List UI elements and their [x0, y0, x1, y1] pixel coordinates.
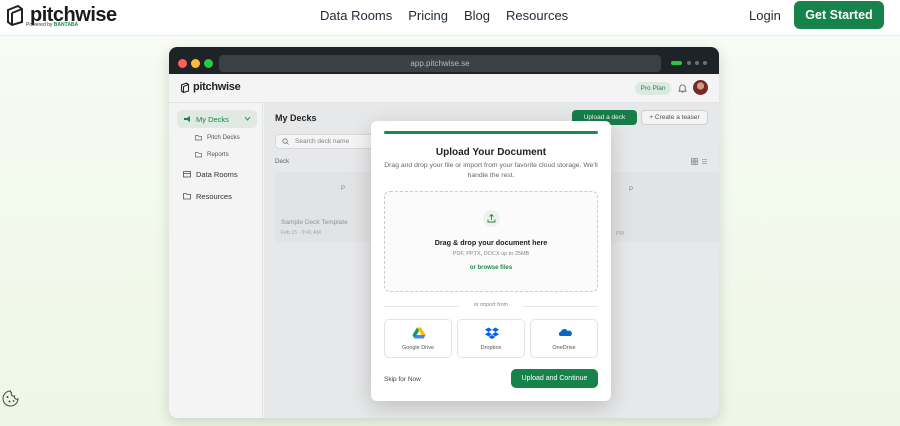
toolbar-dot	[703, 61, 707, 65]
site-header: pitchwise Powered by BANTABA Data Rooms …	[0, 0, 900, 36]
cloud-option-label: Google Drive	[401, 345, 435, 351]
app-window: pitchwise Pro Plan My Decks Pitch Decks …	[169, 74, 719, 418]
dropzone-title: Drag & drop your document here	[434, 238, 548, 247]
cloud-option-label: OneDrive	[552, 345, 576, 351]
modal-title: Upload Your Document	[435, 147, 547, 158]
nav-link-pricing[interactable]: Pricing	[408, 8, 448, 23]
dropbox-icon	[485, 327, 499, 339]
upload-continue-button[interactable]: Upload and Continue	[511, 369, 598, 388]
nav-link-data-rooms[interactable]: Data Rooms	[320, 8, 392, 23]
browser-mockup: app.pitchwise.se pitchwise Pro Plan My D…	[169, 47, 719, 418]
import-divider-text: or import from	[459, 302, 523, 308]
nav-link-resources[interactable]: Resources	[506, 8, 568, 23]
dropzone-file-types: PDF, PPTX, DOCX up to 25MB	[452, 251, 530, 257]
browse-files-link[interactable]: or browse files	[385, 265, 597, 271]
file-dropzone[interactable]: Drag & drop your document here PDF, PPTX…	[384, 191, 598, 292]
toolbar-indicator	[671, 61, 682, 65]
address-bar: app.pitchwise.se	[219, 55, 661, 72]
login-link[interactable]: Login	[749, 8, 781, 23]
tagline-company: BANTABA	[53, 22, 79, 28]
brand-tagline: Powered by BANTABA	[26, 22, 78, 28]
tagline-prefix: Powered by	[26, 22, 53, 28]
onedrive-icon	[558, 329, 572, 336]
upload-icon	[487, 213, 496, 223]
window-maximize-dot	[204, 59, 213, 68]
nav-link-blog[interactable]: Blog	[464, 8, 490, 23]
modal-description: Drag and drop your file or import from y…	[384, 162, 598, 179]
get-started-button[interactable]: Get Started	[794, 1, 884, 29]
dropbox-button[interactable]: Dropbox	[457, 319, 525, 358]
skip-button[interactable]: Skip for Now	[384, 376, 421, 383]
window-minimize-dot	[191, 59, 200, 68]
onedrive-button[interactable]: OneDrive	[530, 319, 598, 358]
modal-progress-bar	[384, 131, 598, 134]
upload-modal: Upload Your Document Drag and drop your …	[371, 121, 611, 401]
google-drive-icon	[412, 327, 426, 339]
toolbar-dot	[695, 61, 699, 65]
primary-nav: Data Rooms Pricing Blog Resources	[320, 0, 568, 30]
google-drive-button[interactable]: Google Drive	[384, 319, 452, 358]
pitchwise-logo-icon	[7, 4, 23, 26]
toolbar-dot	[687, 61, 691, 65]
cookie-icon[interactable]	[2, 390, 19, 407]
window-close-dot	[178, 59, 187, 68]
upload-icon-wrapper	[483, 210, 500, 227]
cloud-option-label: Dropbox	[480, 345, 502, 351]
